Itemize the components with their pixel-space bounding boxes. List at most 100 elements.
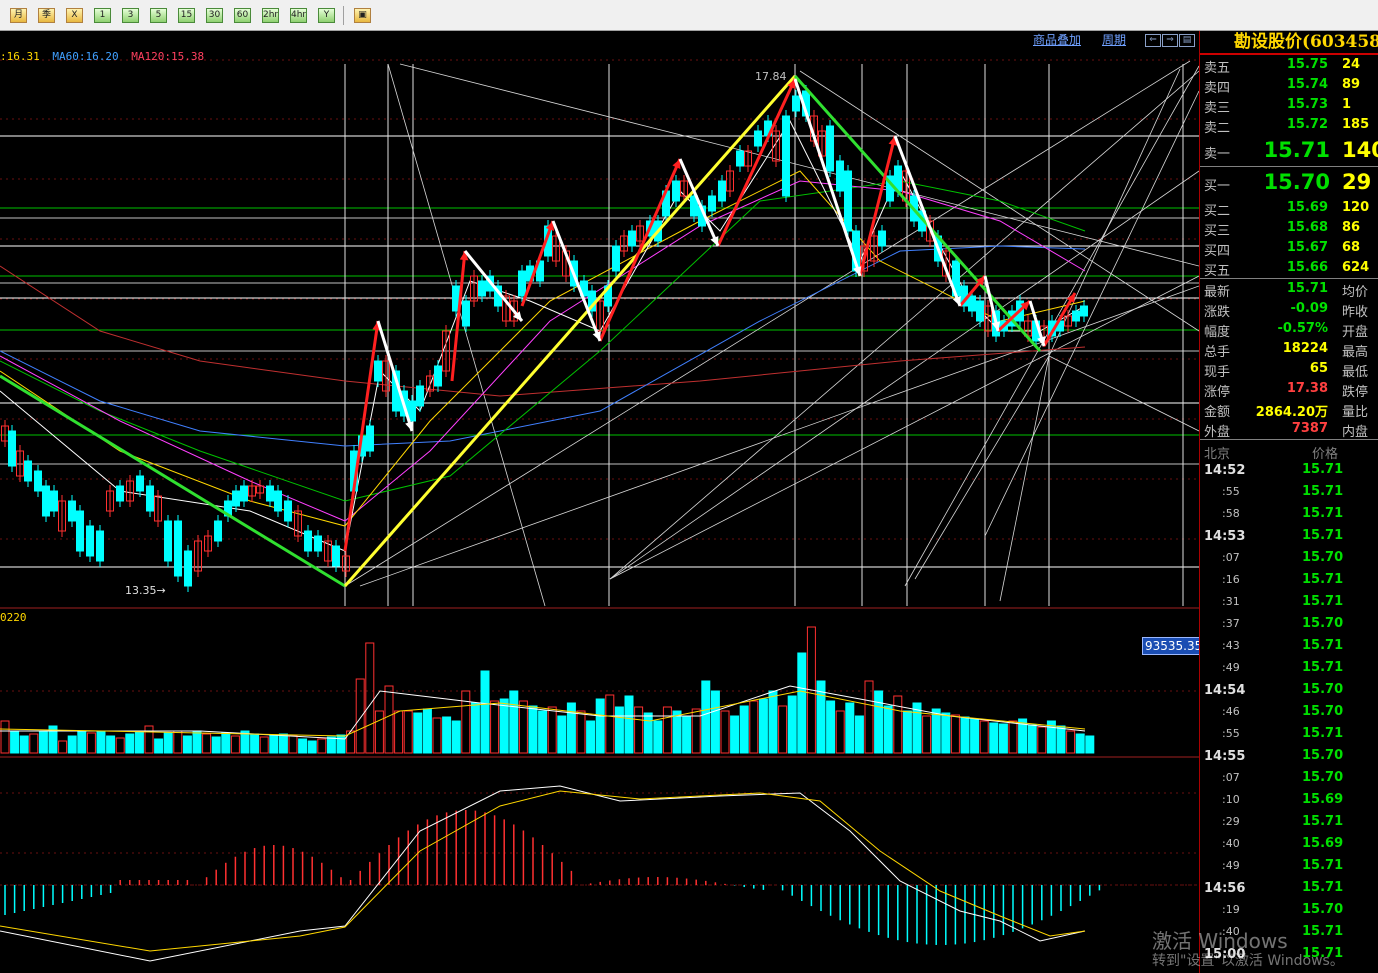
orderbook-price: 15.74 [1286,77,1328,92]
period-button[interactable]: 30 [206,8,223,23]
layout-button[interactable]: ▣ [354,8,371,23]
candle-body [240,485,248,502]
volume-bar [269,734,279,754]
volume-bar [998,723,1008,754]
orderbook-row[interactable]: 卖三 15.73 1 [1200,95,1378,116]
stat-value: 65 [1309,361,1328,376]
volume-bar [451,720,461,754]
kline-chart-area[interactable]: 17.84 13.35→ :16.31 MA60:16.20 MA120:15.3… [0,31,1206,973]
orderbook-row[interactable]: 买五 15.66 624 [1200,258,1378,279]
orderbook-row[interactable]: 卖五 15.75 24 [1200,55,1378,76]
volume-bar [547,706,557,754]
volume-bar [883,705,893,754]
stat-label-2: 最低 [1342,365,1369,380]
period-button[interactable]: Y [318,8,335,23]
period-button[interactable]: 1 [94,8,111,23]
candle-body [518,270,526,297]
orderbook-row[interactable]: 买四 15.67 68 [1200,238,1378,259]
overlay-link[interactable]: 商品叠加 [1033,31,1081,48]
orderbook-row[interactable]: 买二 15.69 120 [1200,198,1378,219]
stat-row: 涨跌 -0.09 昨收 [1200,299,1378,320]
orderbook-price: 15.67 [1286,240,1328,255]
orderbook-label: 卖二 [1204,121,1231,136]
volume-bar [787,695,797,754]
zoom-icon[interactable]: ▤ [1179,34,1195,47]
period-button[interactable]: 4hr [290,8,307,23]
volume-bar [566,702,576,754]
candle-body [844,170,852,232]
volume-bar [922,715,932,754]
tick-list[interactable]: 14:52 15.71:55 15.71:58 15.71 14:53 15.71:07 1… [1200,459,1378,965]
stat-label-2: 均价 [1342,285,1369,300]
tick-time: 14:53 [1204,529,1246,544]
volume-bar [768,690,778,754]
fan-line [609,70,1199,580]
orderbook-row[interactable]: 卖四 15.74 89 [1200,75,1378,96]
tick-time: 14:56 [1204,881,1246,896]
tick-row: :10 15.69 [1200,789,1378,811]
tick-price: 15.71 [1302,660,1344,675]
period-button[interactable]: 季 [38,8,55,23]
orderbook-label: 买三 [1204,224,1231,239]
orderbook-price: 15.75 [1286,57,1328,72]
kline-chart[interactable]: 17.84 13.35→ [0,31,1199,973]
orderbook-row[interactable]: 买一 15.70 29 [1200,167,1378,198]
volume-bar [106,735,116,754]
tick-time: :55 [1222,727,1240,740]
candle-body [50,490,58,512]
scroll-left-icon[interactable]: ⇐ [1145,34,1161,47]
volume-bar [710,690,720,754]
orderbook-row[interactable]: 卖一 15.71 140 [1200,135,1378,166]
period-button[interactable]: 月 [10,8,27,23]
candle-body [478,280,486,297]
stat-label: 涨跌 [1204,305,1231,320]
volume-bar [720,710,730,754]
period-button[interactable]: 15 [178,8,195,23]
period-button[interactable]: 60 [234,8,251,23]
tick-time: :40 [1222,837,1240,850]
orderbook-price: 15.72 [1286,117,1328,132]
volume-bar [701,680,711,754]
stats-list: 最新 15.71 均价 涨跌 -0.09 昨收 幅度 -0.57% 开盘 总手 18224 最高 现手 6… [1200,279,1378,440]
orderbook-row[interactable]: 买三 15.68 86 [1200,218,1378,239]
stat-label: 最新 [1204,285,1231,300]
volume-bar [317,738,327,754]
candle-body [116,485,124,502]
period-link[interactable]: 周期 [1102,31,1126,48]
tick-row: :07 15.70 [1200,547,1378,569]
stat-row: 总手 18224 最高 [1200,339,1378,360]
tick-row: :58 15.71 [1200,503,1378,525]
tick-time: :10 [1222,793,1240,806]
volume-bar [307,740,317,754]
stat-label: 现手 [1204,365,1231,380]
tick-row: :46 15.70 [1200,701,1378,723]
orderbook-price: 15.70 [1263,170,1330,194]
period-button[interactable]: 5 [150,8,167,23]
orderbook-label: 卖五 [1204,61,1231,76]
stat-label-2: 最高 [1342,345,1369,360]
tick-time: :49 [1222,859,1240,872]
scroll-right-icon[interactable]: ⇒ [1162,34,1178,47]
high-price-label: 17.84 [755,70,787,83]
volume-bar [624,695,634,754]
volume-bar [662,706,672,754]
period-button[interactable]: 3 [122,8,139,23]
volume-bar [182,735,192,754]
volume-bar [605,694,615,754]
volume-bar [557,715,567,754]
volume-bar [403,710,413,754]
volume-bar [173,730,183,754]
orderbook-row[interactable]: 卖二 15.72 185 [1200,115,1378,136]
tick-time: :16 [1222,573,1240,586]
candle-body [174,520,182,577]
period-button[interactable]: X [66,8,83,23]
candle-body [462,300,470,327]
orderbook-label: 买五 [1204,264,1231,279]
tick-price: 15.70 [1302,682,1344,697]
tick-time: :07 [1222,771,1240,784]
volume-bar [653,720,663,754]
candle-body [836,160,844,192]
orderbook-price: 15.66 [1286,260,1328,275]
period-button[interactable]: 2hr [262,8,279,23]
stat-row: 现手 65 最低 [1200,359,1378,380]
